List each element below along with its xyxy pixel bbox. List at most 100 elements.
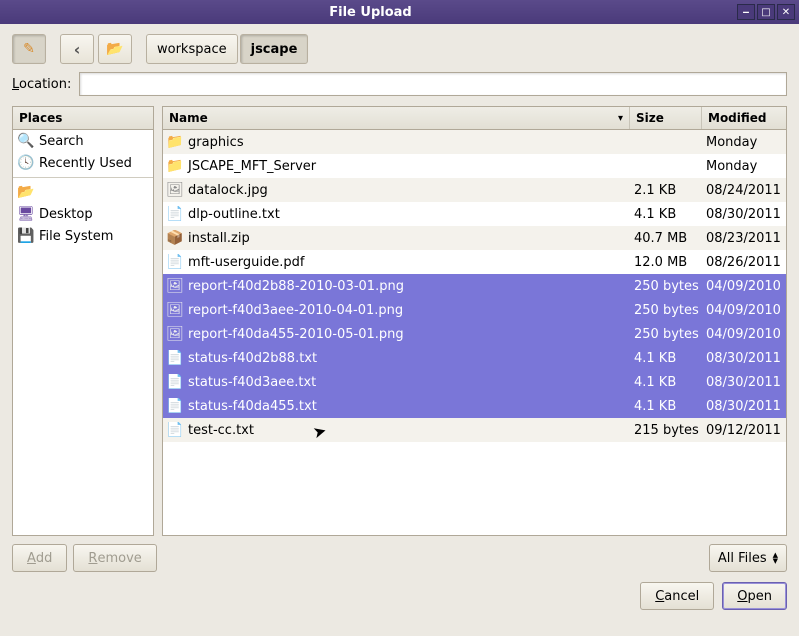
file-size: 250 bytes: [630, 279, 702, 294]
file-name: JSCAPE_MFT_Server: [188, 159, 316, 174]
file-size: 215 bytes: [630, 423, 702, 438]
file-modified: Monday: [702, 135, 786, 150]
file-row[interactable]: 🖼report-f40d3aee-2010-04-01.png250 bytes…: [163, 298, 786, 322]
file-size: 40.7 MB: [630, 231, 702, 246]
txt-icon: 📄: [167, 374, 183, 390]
file-row[interactable]: 🖼 report-f40da455-2010-05-01.png 250 bytes…: [163, 322, 786, 346]
file-name: report-f40da455-2010-05-01.png: [188, 327, 404, 342]
edit-location-button[interactable]: ✎: [12, 34, 46, 64]
file-icon: 🖼: [167, 182, 183, 198]
column-header-name[interactable]: Name▾: [163, 107, 630, 129]
folder-home-icon: 📂: [107, 41, 123, 57]
file-size: 4.1 KB: [630, 399, 702, 414]
txt-icon: 📄: [167, 398, 183, 414]
pdf-icon: 📄: [167, 254, 183, 270]
file-modified: 04/09/2010: [702, 279, 786, 294]
file-row[interactable]: 📄 test-cc.txt 215 bytes09/12/2011: [163, 418, 786, 442]
toolbar: ✎ ‹ 📂 workspacejscape: [12, 34, 787, 64]
file-row[interactable]: 📄 status-f40da455.txt 4.1 KB08/30/2011: [163, 394, 786, 418]
window-title: File Upload: [4, 5, 737, 20]
file-modified: 09/12/2011: [702, 423, 786, 438]
path-segment-jscape[interactable]: jscape: [240, 34, 309, 64]
minimize-button[interactable]: ‒: [737, 4, 755, 20]
img-icon: 🖼: [167, 278, 183, 294]
files-panel: Name▾ Size Modified 📁graphicsMonday📁JSCA…: [162, 106, 787, 536]
file-type-filter-label: All Files: [718, 551, 767, 566]
search-icon: 🔍: [18, 133, 34, 149]
column-header-size[interactable]: Size: [630, 107, 702, 129]
file-name: report-f40d2b88-2010-03-01.png: [188, 279, 404, 294]
place-item-Recently Used[interactable]: 🕓 Recently Used: [13, 152, 153, 174]
place-item-label: Recently Used: [39, 156, 132, 171]
txt-icon: 📄: [167, 206, 183, 222]
sort-desc-icon: ▾: [618, 113, 623, 124]
file-size: 4.1 KB: [630, 375, 702, 390]
place-item-label: Desktop: [39, 207, 93, 222]
back-button[interactable]: ‹: [60, 34, 94, 64]
file-modified: 08/26/2011: [702, 255, 786, 270]
file-size: 250 bytes: [630, 303, 702, 318]
file-name: report-f40d3aee-2010-04-01.png: [188, 303, 403, 318]
file-modified: Monday: [702, 159, 786, 174]
open-button[interactable]: Open: [722, 582, 787, 610]
recent-icon: 🕓: [18, 155, 34, 171]
home-button[interactable]: 📂: [98, 34, 132, 64]
updown-icon: ▲▼: [773, 552, 778, 564]
location-input[interactable]: [79, 72, 787, 96]
file-size: 4.1 KB: [630, 351, 702, 366]
file-name: graphics: [188, 135, 244, 150]
places-panel: Places 🔍 Search 🕓 Recently Used 📂 🖥 Desktop 💾Fi…: [12, 106, 154, 536]
file-modified: 08/30/2011: [702, 351, 786, 366]
place-item-Desktop[interactable]: 🖥 Desktop: [13, 203, 153, 225]
maximize-button[interactable]: □: [757, 4, 775, 20]
titlebar: File Upload ‒ □ ✕: [0, 0, 799, 24]
file-name: dlp-outline.txt: [188, 207, 280, 222]
place-item-File System[interactable]: 💾File System: [13, 225, 153, 247]
column-header-modified[interactable]: Modified: [702, 107, 786, 129]
file-size: 250 bytes: [630, 327, 702, 342]
file-name: status-f40da455.txt: [188, 399, 317, 414]
file-modified: 04/09/2010: [702, 327, 786, 342]
file-row[interactable]: 📄 status-f40d2b88.txt 4.1 KB08/30/2011: [163, 346, 786, 370]
file-row[interactable]: 📄status-f40d3aee.txt4.1 KB08/30/2011: [163, 370, 786, 394]
file-row[interactable]: 📄 mft-userguide.pdf 12.0 MB08/26/2011: [163, 250, 786, 274]
files-list[interactable]: 📁graphicsMonday📁JSCAPE_MFT_ServerMonday🖼…: [163, 130, 786, 535]
file-name: test-cc.txt: [188, 423, 254, 438]
file-name: status-f40d3aee.txt: [188, 375, 316, 390]
file-row[interactable]: 📄 dlp-outline.txt 4.1 KB08/30/2011: [163, 202, 786, 226]
file-size: 12.0 MB: [630, 255, 702, 270]
img-icon: 🖼: [167, 326, 183, 342]
path-segment-workspace[interactable]: workspace: [146, 34, 238, 64]
file-modified: 08/24/2011: [702, 183, 786, 198]
remove-button: Remove: [73, 544, 156, 572]
close-button[interactable]: ✕: [777, 4, 795, 20]
location-label: Location:: [12, 77, 71, 92]
file-modified: 08/30/2011: [702, 399, 786, 414]
add-button: Add: [12, 544, 67, 572]
chevron-left-icon: ‹: [74, 40, 81, 59]
place-item-label: Search: [39, 134, 84, 149]
file-row[interactable]: 📦install.zip40.7 MB08/23/2011: [163, 226, 786, 250]
zip-icon: 📦: [167, 230, 183, 246]
place-item-Search[interactable]: 🔍 Search: [13, 130, 153, 152]
location-row: Location:: [12, 72, 787, 96]
pencil-icon: ✎: [21, 41, 37, 57]
file-row[interactable]: 🖼datalock.jpg2.1 KB08/24/2011: [163, 178, 786, 202]
file-row[interactable]: 🖼 report-f40d2b88-2010-03-01.png 250 bytes…: [163, 274, 786, 298]
file-name: status-f40d2b88.txt: [188, 351, 317, 366]
places-header: Places: [13, 107, 153, 130]
txt-icon: 📄: [167, 350, 183, 366]
file-name: install.zip: [188, 231, 250, 246]
desktop-icon: 🖥: [18, 206, 34, 222]
file-row[interactable]: 📁JSCAPE_MFT_ServerMonday: [163, 154, 786, 178]
files-header: Name▾ Size Modified: [163, 107, 786, 130]
txt-icon: 📄: [167, 422, 183, 438]
file-size: 2.1 KB: [630, 183, 702, 198]
place-item-folder-c[interactable]: 📂: [13, 181, 153, 203]
file-modified: 08/30/2011: [702, 207, 786, 222]
cancel-button[interactable]: Cancel: [640, 582, 714, 610]
file-row[interactable]: 📁graphicsMonday: [163, 130, 786, 154]
file-size: 4.1 KB: [630, 207, 702, 222]
file-name: mft-userguide.pdf: [188, 255, 305, 270]
file-type-filter[interactable]: All Files ▲▼: [709, 544, 787, 572]
